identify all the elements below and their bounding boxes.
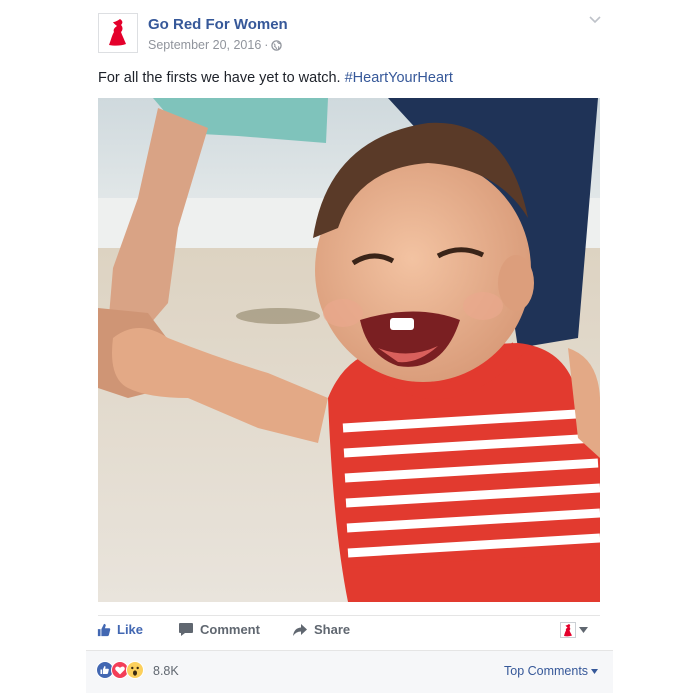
hashtag-link[interactable]: #HeartYourHeart — [345, 70, 453, 86]
baby-photo-illustration — [98, 98, 600, 602]
post-meta: September 20, 2016 · — [148, 38, 283, 52]
red-dress-logo-icon — [109, 19, 126, 46]
like-button[interactable]: Like — [97, 622, 143, 637]
share-label: Share — [314, 622, 351, 637]
post-message: For all the firsts we have yet to watch. — [98, 70, 345, 86]
reaction-icons[interactable] — [96, 661, 144, 679]
page-logo-small-icon — [560, 622, 576, 638]
comment-button[interactable]: Comment — [178, 622, 260, 637]
share-button[interactable]: Share — [292, 622, 350, 637]
caret-down-icon — [579, 627, 588, 633]
comment-icon — [179, 623, 193, 636]
top-comments-label: Top Comments — [504, 664, 589, 678]
post-date[interactable]: September 20, 2016 — [148, 38, 261, 52]
post-text: For all the firsts we have yet to watch.… — [98, 70, 453, 86]
reaction-count[interactable]: 8.8K — [153, 664, 179, 678]
globe-icon — [271, 39, 283, 51]
page-avatar[interactable] — [98, 13, 138, 53]
like-label: Like — [117, 622, 144, 637]
caret-down-icon — [591, 668, 599, 674]
page-name-link[interactable]: Go Red For Women — [148, 16, 288, 33]
wow-reaction-icon — [126, 661, 144, 679]
post-photo[interactable] — [98, 98, 600, 602]
thumbs-up-icon — [97, 623, 111, 636]
comment-label: Comment — [200, 622, 260, 637]
chevron-down-icon[interactable] — [588, 14, 602, 26]
divider-top — [98, 615, 600, 616]
share-arrow-icon — [293, 623, 307, 636]
meta-separator: · — [264, 38, 269, 52]
post-as-selector[interactable] — [560, 622, 588, 638]
top-comments-dropdown[interactable]: Top Comments — [504, 664, 599, 678]
